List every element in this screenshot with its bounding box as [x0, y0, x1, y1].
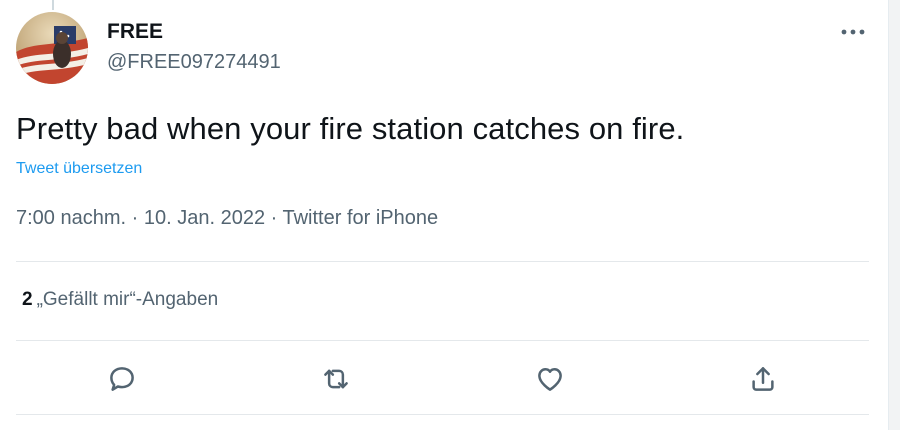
tweet-card: FREE @FREE097274491 Pretty bad when your…: [0, 0, 888, 430]
retweet-icon: [324, 369, 348, 389]
more-options-button[interactable]: [838, 20, 868, 44]
display-name[interactable]: FREE: [107, 20, 163, 44]
window-edge: [888, 0, 900, 430]
tweet-metadata: 7:00 nachm. · 10. Jan. 2022 · Twitter fo…: [16, 207, 438, 230]
divider: [16, 414, 869, 415]
tweet-text: Pretty bad when your fire station catche…: [16, 111, 685, 146]
likes-count: 2: [22, 289, 33, 310]
reply-button[interactable]: [104, 361, 140, 397]
retweet-button[interactable]: [318, 361, 354, 397]
tweet-date[interactable]: 10. Jan. 2022: [144, 207, 265, 229]
tweet-source[interactable]: Twitter for iPhone: [283, 207, 439, 229]
thread-connector-line: [52, 0, 54, 10]
share-button[interactable]: [745, 361, 781, 397]
meta-separator: ·: [265, 207, 283, 229]
reply-bubble-icon: [110, 367, 134, 391]
meta-separator: ·: [126, 207, 144, 229]
likes-label: „Gefällt mir“-Angaben: [36, 289, 219, 310]
avatar-image: [16, 12, 88, 84]
heart-icon: [538, 368, 562, 391]
translate-tweet-link[interactable]: Tweet übersetzen: [16, 160, 142, 178]
share-upload-icon: [752, 367, 774, 391]
likes-stat[interactable]: 2 „Gefällt mir“-Angaben: [22, 289, 218, 311]
user-handle[interactable]: @FREE097274491: [107, 51, 281, 74]
avatar[interactable]: [16, 12, 88, 84]
divider: [16, 261, 869, 262]
divider: [16, 340, 869, 341]
more-horizontal-icon: [841, 29, 865, 35]
like-button[interactable]: [532, 361, 568, 397]
tweet-time[interactable]: 7:00 nachm.: [16, 207, 126, 229]
